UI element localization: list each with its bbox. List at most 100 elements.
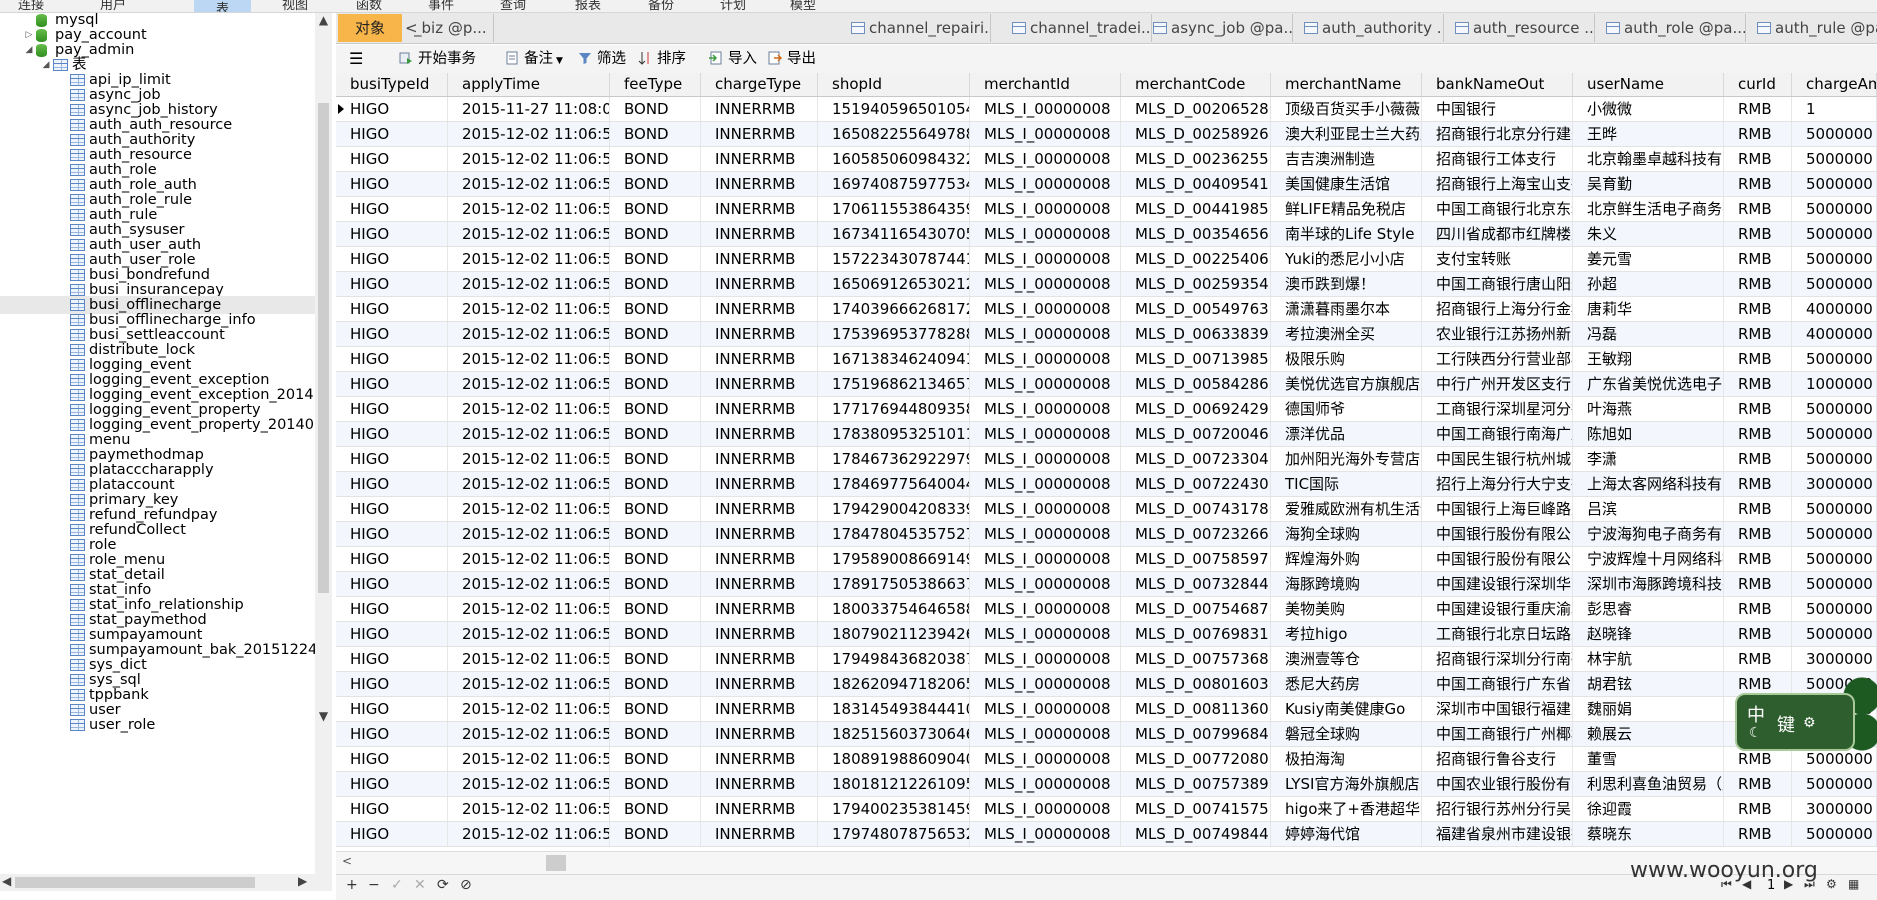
tab-table[interactable]: auth_authority ... (1298, 14, 1444, 42)
table-cell-applyTime[interactable]: 2015-12-02 11:06:57 (448, 572, 610, 596)
table-cell-applyTime[interactable]: 2015-12-02 11:06:56 (448, 272, 610, 296)
table-cell-feeType[interactable]: BOND (610, 397, 701, 421)
table-cell-busiTypeId[interactable]: HIGO (336, 547, 448, 571)
gear-icon[interactable]: ⚙ (1826, 877, 1837, 891)
table-cell-chargeAmo[interactable]: 5000000 (1792, 197, 1877, 221)
table-cell-busiTypeId[interactable]: HIGO (336, 147, 448, 171)
table-cell-chargeType[interactable]: INNERRMB (701, 472, 818, 496)
table-cell-busiTypeId[interactable]: HIGO (336, 572, 448, 596)
table-cell-bankNameOut[interactable]: 中国建设银行重庆渝北 (1422, 597, 1573, 621)
table-cell-merchantName[interactable]: 极限乐购 (1271, 347, 1422, 371)
table-cell-merchantCode[interactable]: MLS_D_00584286 (1121, 372, 1271, 396)
table-cell-chargeAmo[interactable]: 1 (1792, 97, 1877, 121)
table-cell-feeType[interactable]: BOND (610, 822, 701, 846)
table-cell-bankNameOut[interactable]: 招行上海分行大宁支行 (1422, 472, 1573, 496)
table-cell-merchantId[interactable]: MLS_I_00000008 (970, 147, 1121, 171)
table-cell-merchantCode[interactable]: MLS_D_00354656 (1121, 222, 1271, 246)
table-cell-merchantCode[interactable]: MLS_D_00743178 (1121, 497, 1271, 521)
table-cell-chargeAmo[interactable]: 5000000 (1792, 622, 1877, 646)
table-cell-bankNameOut[interactable]: 招商银行北京分行建外 (1422, 122, 1573, 146)
table-cell-bankNameOut[interactable]: 四川省成都市红牌楼支 (1422, 222, 1573, 246)
table-cell-merchantName[interactable]: 磐冠全球购 (1271, 722, 1422, 746)
table-cell-feeType[interactable]: BOND (610, 297, 701, 321)
table-cell-merchantId[interactable]: MLS_I_00000008 (970, 647, 1121, 671)
table-cell-shopId[interactable]: 1795890086691499 (818, 547, 970, 571)
table-cell-chargeType[interactable]: INNERRMB (701, 147, 818, 171)
table-cell-shopId[interactable]: 1807902112394269 (818, 622, 970, 646)
tab-table[interactable]: auth_rule @pa... (1751, 14, 1877, 42)
table-row[interactable]: HIGO 2015-12-02 11:06:56 BOND INNERRMB 17539… (336, 322, 1877, 347)
table-cell-bankNameOut[interactable]: 工行陕西分行营业部核 (1422, 347, 1573, 371)
table-cell-curId[interactable]: RMB (1724, 172, 1792, 196)
table-cell-merchantId[interactable]: MLS_I_00000008 (970, 397, 1121, 421)
table-cell-busiTypeId[interactable]: HIGO (336, 697, 448, 721)
table-cell-bankNameOut[interactable]: 农业银行江苏扬州新区 (1422, 322, 1573, 346)
table-cell-chargeAmo[interactable]: 5000000 (1792, 122, 1877, 146)
table-row[interactable]: HIGO 2015-12-02 11:06:57 BOND INNERRMB 17974… (336, 822, 1877, 847)
tab-table[interactable]: _biz @p... (414, 14, 494, 42)
table-cell-bankNameOut[interactable]: 中国建设银行深圳华南 (1422, 572, 1573, 596)
table-cell-userName[interactable]: 彭思睿 (1573, 597, 1724, 621)
table-cell-merchantId[interactable]: MLS_I_00000008 (970, 697, 1121, 721)
table-cell-merchantId[interactable]: MLS_I_00000008 (970, 272, 1121, 296)
table-cell-userName[interactable]: 吕滨 (1573, 497, 1724, 521)
menu-item[interactable]: 查询 (500, 0, 526, 12)
table-row[interactable]: HIGO 2015-12-02 11:06:57 BOND INNERRMB 17940… (336, 797, 1877, 822)
table-cell-applyTime[interactable]: 2015-12-02 11:06:56 (448, 297, 610, 321)
export-button[interactable]: 导出 (768, 49, 816, 69)
column-header[interactable]: userName (1573, 73, 1724, 96)
table-cell-shopId[interactable]: 1825156037306469 (818, 722, 970, 746)
table-cell-applyTime[interactable]: 2015-12-02 11:06:57 (448, 672, 610, 696)
tab-table[interactable]: auth_resource ... (1449, 14, 1595, 42)
table-cell-userName[interactable]: 赖展云 (1573, 722, 1724, 746)
table-cell-merchantName[interactable]: LYSI官方海外旗舰店 (1271, 772, 1422, 796)
scroll-right-icon[interactable]: ▶ (298, 874, 307, 888)
table-cell-feeType[interactable]: BOND (610, 272, 701, 296)
table-row[interactable]: HIGO 2015-12-02 11:06:56 BOND INNERRMB 16506… (336, 272, 1877, 297)
table-cell-applyTime[interactable]: 2015-12-02 11:06:57 (448, 822, 610, 846)
table-cell-shopId[interactable]: 1740396662681729 (818, 297, 970, 321)
table-cell-curId[interactable]: RMB (1724, 547, 1792, 571)
table-cell-chargeType[interactable]: INNERRMB (701, 347, 818, 371)
table-cell-feeType[interactable]: BOND (610, 172, 701, 196)
table-cell-userName[interactable]: 朱义 (1573, 222, 1724, 246)
table-cell-applyTime[interactable]: 2015-12-02 11:06:56 (448, 172, 610, 196)
table-cell-curId[interactable]: RMB (1724, 497, 1792, 521)
table-cell-merchantId[interactable]: MLS_I_00000008 (970, 447, 1121, 471)
table-cell-merchantCode[interactable]: MLS_D_00722430 (1121, 472, 1271, 496)
table-cell-merchantCode[interactable]: MLS_D_00772080 (1121, 747, 1271, 771)
table-cell-chargeAmo[interactable]: 5000000 (1792, 147, 1877, 171)
ime-widget[interactable]: 中 ☾ 键 ⚙ (1735, 693, 1855, 751)
table-cell-chargeType[interactable]: INNERRMB (701, 372, 818, 396)
table-cell-merchantCode[interactable]: MLS_D_00769831 (1121, 622, 1271, 646)
table-cell-feeType[interactable]: BOND (610, 322, 701, 346)
table-cell-shopId[interactable]: 1801812122610959 (818, 772, 970, 796)
table-cell-shopId[interactable]: 1771769448093589 (818, 397, 970, 421)
table-cell-userName[interactable]: 董雪 (1573, 747, 1724, 771)
table-cell-merchantCode[interactable]: MLS_D_00258926 (1121, 122, 1271, 146)
table-cell-curId[interactable]: RMB (1724, 522, 1792, 546)
sort-button[interactable]: 排序 (638, 49, 686, 69)
table-cell-feeType[interactable]: BOND (610, 547, 701, 571)
table-row[interactable]: HIGO 2015-12-02 11:06:56 BOND INNERRMB 16713… (336, 347, 1877, 372)
table-cell-busiTypeId[interactable]: HIGO (336, 422, 448, 446)
table-cell-curId[interactable]: RMB (1724, 472, 1792, 496)
table-cell-bankNameOut[interactable]: 中国工商银行唐山阳光 (1422, 272, 1573, 296)
tree-scroll-thumb[interactable] (318, 103, 329, 593)
table-cell-merchantName[interactable]: 加州阳光海外专营店 (1271, 447, 1422, 471)
table-cell-bankNameOut[interactable]: 招行银行苏州分行吴中 (1422, 797, 1573, 821)
tab-table[interactable]: channel_tradei... (1006, 14, 1152, 42)
table-cell-shopId[interactable]: 1706115538643599 (818, 197, 970, 221)
table-cell-feeType[interactable]: BOND (610, 572, 701, 596)
table-cell-chargeType[interactable]: INNERRMB (701, 672, 818, 696)
column-header[interactable]: merchantId (970, 73, 1121, 96)
table-cell-busiTypeId[interactable]: HIGO (336, 747, 448, 771)
table-cell-chargeAmo[interactable]: 3000000 (1792, 472, 1877, 496)
table-cell-merchantCode[interactable]: MLS_D_00723266 (1121, 522, 1271, 546)
apply-changes-button[interactable]: ✓ (391, 877, 403, 893)
table-cell-bankNameOut[interactable]: 中国银行股份有限公司 (1422, 522, 1573, 546)
table-cell-applyTime[interactable]: 2015-12-02 11:06:56 (448, 197, 610, 221)
table-cell-merchantCode[interactable]: MLS_D_00441985 (1121, 197, 1271, 221)
expanded-twisty-icon[interactable]: ◢ (41, 56, 51, 74)
table-cell-feeType[interactable]: BOND (610, 422, 701, 446)
